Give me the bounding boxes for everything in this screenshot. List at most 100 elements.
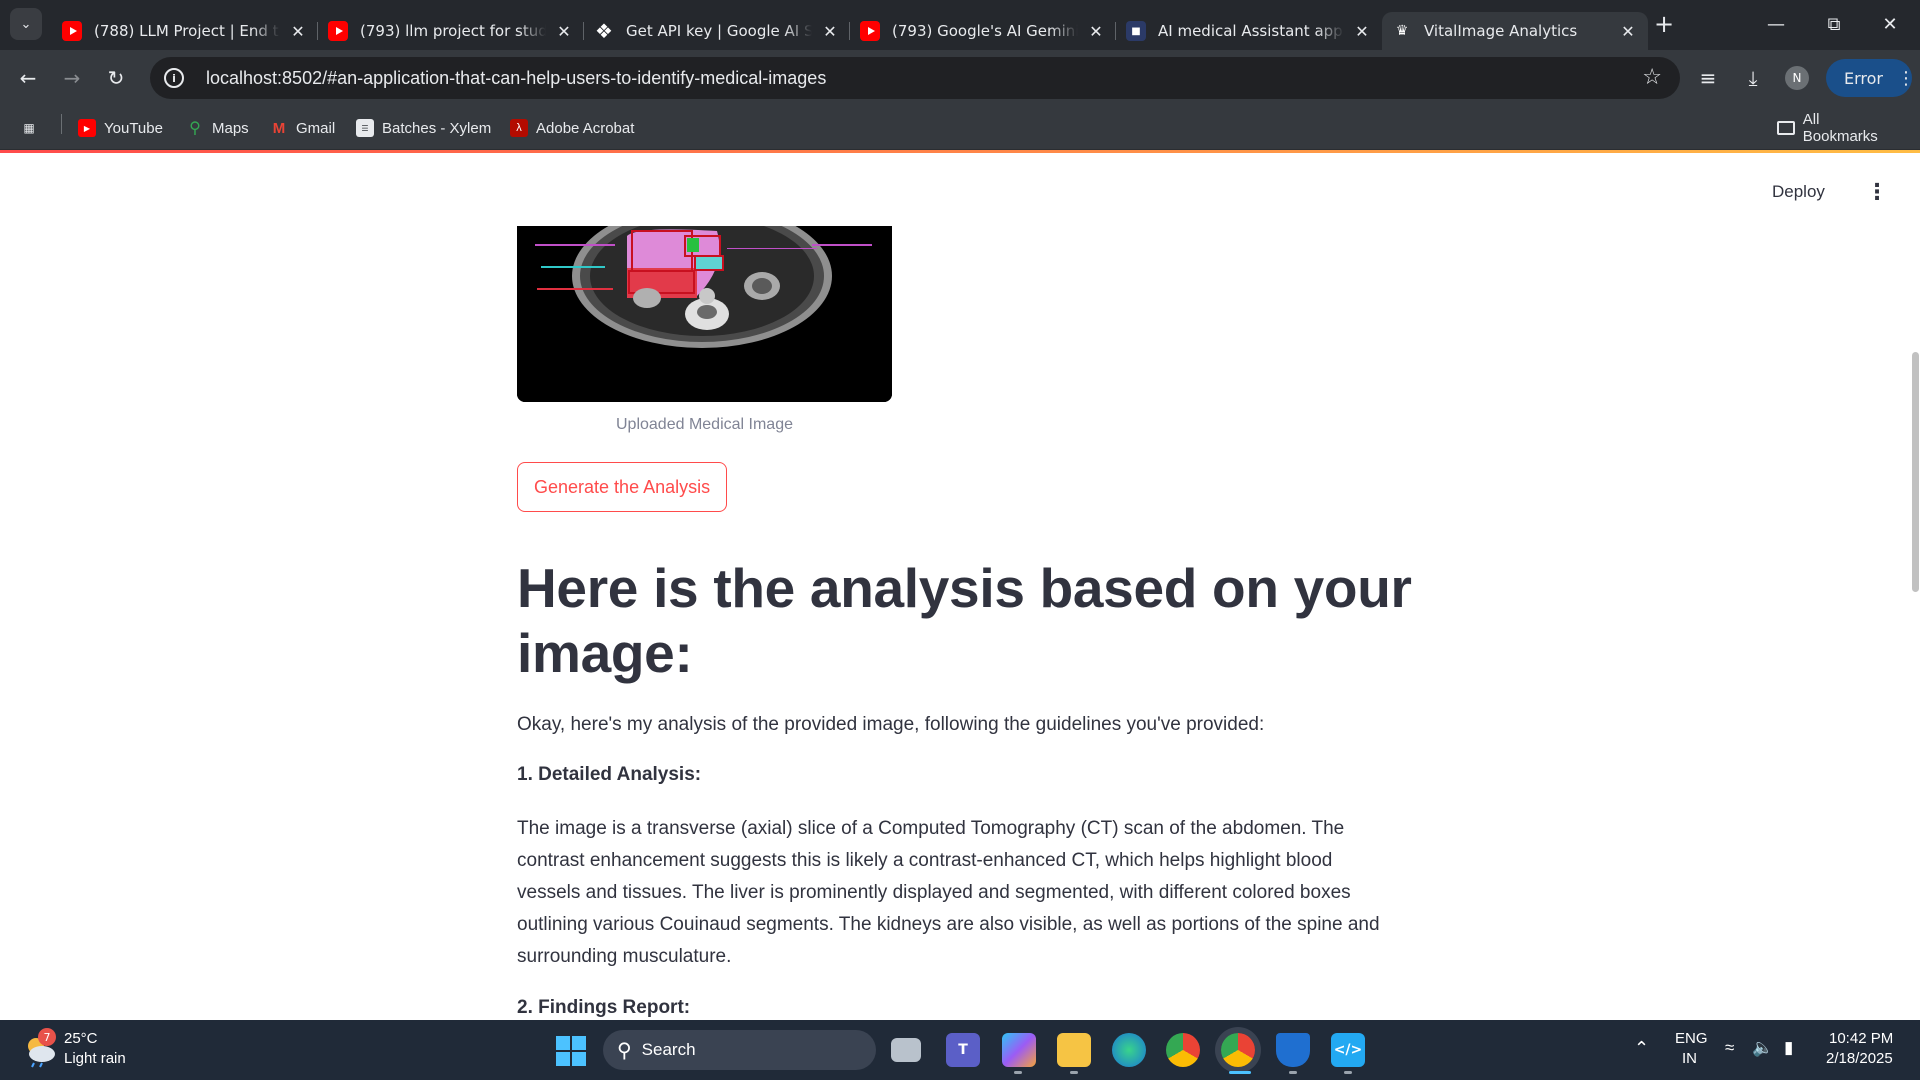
tab-search-button[interactable]: ⌄ [10, 8, 42, 40]
copilot-icon[interactable] [1002, 1033, 1036, 1067]
ct-scan-image [517, 226, 892, 402]
bookmarks-divider [61, 114, 62, 134]
wifi-icon[interactable]: ≈ [1725, 1038, 1734, 1058]
plus-icon: + [1653, 10, 1675, 38]
volume-icon[interactable]: 🔈 [1752, 1038, 1773, 1058]
restore-icon: ⧉ [1827, 13, 1841, 35]
forward-button[interactable]: → [56, 62, 88, 94]
chrome-icon[interactable] [1166, 1033, 1200, 1067]
minimize-button[interactable]: — [1748, 0, 1804, 48]
close-icon[interactable]: ✕ [1352, 21, 1372, 41]
gmail-icon: M [272, 119, 286, 137]
bookmark-batches-xylem[interactable]: ☰ Batches - Xylem [356, 116, 491, 140]
battery-icon[interactable]: ▮ [1784, 1038, 1793, 1058]
clock-time[interactable]: 10:42 PM [1829, 1030, 1893, 1047]
youtube-icon: ▶ [78, 119, 96, 137]
youtube-icon [860, 21, 880, 41]
tab-gemini-pro[interactable]: (793) Google's AI Gemini Pro ✕ [850, 12, 1116, 50]
download-icon[interactable]: ⤓ [1739, 64, 1767, 92]
youtube-icon [62, 21, 82, 41]
xylem-icon: ☰ [356, 119, 374, 137]
page-scrollbar[interactable] [1912, 352, 1919, 592]
clock-date[interactable]: 2/18/2025 [1826, 1050, 1893, 1067]
tab-title: (788) LLM Project | End to End [94, 22, 280, 40]
new-tab-button[interactable]: + [1650, 10, 1678, 38]
ai-studio-icon: ❖ [595, 19, 613, 43]
tab-title: (793) Google's AI Gemini Pro [892, 22, 1078, 40]
site-icon: ■ [1126, 21, 1146, 41]
apps-button[interactable]: ▦ [20, 116, 46, 140]
restore-button[interactable]: ⧉ [1806, 0, 1862, 48]
taskbar-search[interactable]: ⚲ Search [603, 1030, 876, 1070]
youtube-icon [328, 21, 348, 41]
vscode-icon[interactable]: </> [1331, 1033, 1365, 1067]
back-button[interactable]: ← [12, 62, 44, 94]
tab-llm-project[interactable]: (788) LLM Project | End to End ✕ [52, 12, 318, 50]
image-caption: Uploaded Medical Image [616, 416, 793, 433]
weather-badge: 7 [38, 1028, 56, 1046]
reload-button[interactable]: ↻ [100, 62, 132, 94]
close-icon[interactable]: ✕ [554, 21, 574, 41]
tab-title: VitalImage Analytics [1424, 22, 1578, 40]
windows-start-icon[interactable] [556, 1036, 586, 1066]
address-bar[interactable]: i localhost:8502/#an-application-that-ca… [150, 57, 1680, 99]
weather-temperature[interactable]: 25°C [64, 1030, 98, 1047]
file-explorer-icon[interactable] [1057, 1033, 1091, 1067]
close-icon[interactable]: ✕ [820, 21, 840, 41]
edge-icon[interactable] [1112, 1033, 1146, 1067]
chevron-up-icon[interactable]: ⌃ [1634, 1038, 1649, 1059]
app-top-decoration [0, 150, 1920, 153]
language-region[interactable]: IN [1682, 1050, 1697, 1067]
bookmark-gmail[interactable]: M Gmail [270, 116, 335, 140]
tab-list: (788) LLM Project | End to End ✕ (793) l… [52, 6, 1648, 50]
task-view-icon[interactable] [891, 1038, 921, 1062]
uploaded-medical-image [517, 226, 892, 402]
tab-title: AI medical Assistant app using [1158, 22, 1344, 40]
error-label: Error [1844, 68, 1883, 88]
bookmark-adobe-acrobat[interactable]: λ Adobe Acrobat [510, 116, 634, 140]
star-icon[interactable]: ☆ [1642, 65, 1662, 90]
weather-description[interactable]: Light rain [64, 1050, 126, 1067]
section-title-findings-report: 2. Findings Report: [517, 997, 691, 1018]
reload-icon: ↻ [107, 66, 125, 90]
minimize-icon: — [1767, 13, 1785, 35]
tab-ai-medical-assistant[interactable]: ■ AI medical Assistant app using ✕ [1116, 12, 1382, 50]
close-icon[interactable]: ✕ [1618, 21, 1638, 41]
generate-analysis-button[interactable]: Generate the Analysis [517, 462, 728, 512]
bookmark-label: Maps [212, 119, 249, 137]
avatar[interactable]: N [1785, 66, 1809, 90]
bookmark-label: Adobe Acrobat [536, 119, 635, 137]
site-info-icon[interactable]: i [164, 68, 184, 88]
deploy-button[interactable]: Deploy [1772, 182, 1825, 202]
close-window-button[interactable]: ✕ [1862, 0, 1918, 48]
tab-llm-students[interactable]: (793) llm project for students ✕ [318, 12, 584, 50]
bookmark-label: Gmail [296, 119, 336, 137]
detailed-analysis-text: The image is a transverse (axial) slice … [517, 818, 1380, 967]
tab-api-key[interactable]: ❖ Get API key | Google AI Studio ✕ [584, 12, 850, 50]
reading-list-icon[interactable]: ≡ [1694, 64, 1722, 92]
url-text[interactable]: localhost:8502/#an-application-that-can-… [206, 68, 826, 89]
main-menu-icon[interactable]: ⋮ [1866, 182, 1888, 204]
search-label: Search [641, 1040, 696, 1059]
chrome-profile-icon[interactable] [1221, 1033, 1255, 1067]
bookmark-label: Batches - Xylem [382, 119, 492, 137]
app-running-indicator [1289, 1071, 1297, 1074]
error-button[interactable]: Error ⋮ [1826, 59, 1915, 97]
close-icon[interactable]: ✕ [1086, 21, 1106, 41]
teams-icon[interactable]: T [946, 1033, 980, 1067]
search-icon: ⚲ [617, 1038, 632, 1062]
app-running-indicator [1014, 1071, 1022, 1074]
app-active-indicator [1229, 1071, 1251, 1074]
folder-icon [1777, 121, 1795, 135]
tab-vitalimage-analytics[interactable]: ♛ VitalImage Analytics ✕ [1382, 12, 1648, 50]
browser-toolbar: ← → ↻ i localhost:8502/#an-application-t… [0, 50, 1920, 106]
close-icon: ✕ [1882, 13, 1898, 35]
bookmark-maps[interactable]: ⚲ Maps [186, 116, 249, 140]
language-code[interactable]: ENG [1675, 1030, 1708, 1047]
chevron-down-icon: ⌄ [20, 16, 32, 32]
close-icon[interactable]: ✕ [288, 21, 308, 41]
bookmark-youtube[interactable]: ▶ YouTube [78, 116, 163, 140]
defender-shield-icon[interactable] [1276, 1033, 1310, 1067]
all-bookmarks-button[interactable]: All Bookmarks [1777, 111, 1897, 145]
arrow-right-icon: → [63, 66, 81, 90]
